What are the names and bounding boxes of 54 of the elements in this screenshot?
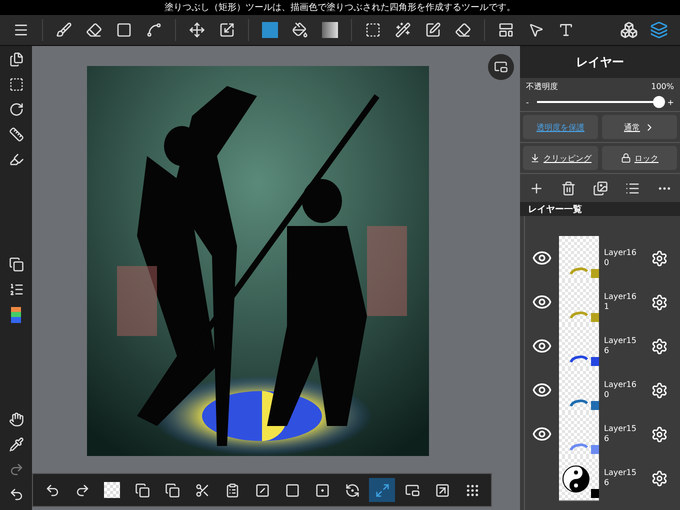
layer-thumbnail[interactable] (559, 236, 599, 280)
selection-list-icon[interactable] (8, 77, 24, 92)
status-message: 塗りつぶし（矩形）ツールは、描画色で塗りつぶされた四角形を作成するツールです。 (0, 0, 680, 15)
layer-thumbnail[interactable] (559, 412, 599, 456)
clipping-button[interactable]: クリッピング (523, 146, 598, 170)
pages-icon[interactable] (8, 52, 24, 67)
arrow-down-icon (530, 153, 540, 163)
slider-thumb[interactable] (653, 96, 666, 108)
settings-icon[interactable] (650, 250, 668, 266)
layer-thumbnail[interactable] (559, 280, 599, 324)
swirl-icon (569, 310, 589, 318)
settings-icon[interactable] (650, 382, 668, 398)
opacity-value: 100% (651, 82, 674, 91)
add-icon[interactable] (528, 180, 544, 196)
layer-name: Layer156 (604, 468, 638, 488)
ruler-icon[interactable] (8, 127, 24, 142)
hand-icon[interactable] (8, 412, 24, 427)
rotate-icon[interactable] (8, 102, 24, 117)
lock-button[interactable]: ロック (602, 146, 677, 170)
window-button[interactable] (488, 54, 514, 80)
swirl-icon (569, 266, 589, 274)
layer-thumbnail[interactable] (559, 324, 599, 368)
settings-icon[interactable] (650, 470, 668, 486)
window-icon (494, 60, 508, 74)
layer-name: Layer156 (604, 336, 638, 356)
layer-name: Layer160 (604, 380, 638, 400)
list-icon[interactable] (8, 282, 24, 296)
swirl-icon (569, 354, 589, 362)
color-squares-icon[interactable] (8, 256, 24, 272)
layer-name: Layer156 (604, 424, 638, 444)
settings-icon[interactable] (650, 426, 668, 442)
undo-icon[interactable] (8, 487, 24, 502)
eyedropper-icon[interactable] (8, 437, 24, 452)
layer-list-title: レイヤー一覧 (520, 202, 680, 216)
panel-title: レイヤー (520, 46, 680, 78)
trash-icon[interactable] (560, 180, 576, 196)
layer-name: Layer160 (604, 248, 638, 268)
plus-label: + (667, 98, 674, 106)
yin-yang-icon (561, 464, 591, 494)
settings-icon[interactable] (650, 294, 668, 310)
layer-thumbnail[interactable] (559, 456, 599, 500)
lock-icon (620, 153, 630, 163)
color-palette-icon[interactable] (11, 306, 21, 322)
layer-thumbnail[interactable] (559, 368, 599, 412)
swirl-icon (569, 442, 589, 450)
minus-label: - (526, 98, 529, 106)
opacity-label: 不透明度 (526, 81, 558, 92)
blend-mode-button[interactable]: 通常 (602, 115, 677, 139)
list-icon[interactable] (624, 180, 640, 196)
swirl-icon (569, 398, 589, 406)
layer-name: Layer161 (604, 292, 638, 312)
images-icon[interactable] (592, 180, 608, 196)
marker-icon[interactable] (8, 152, 24, 167)
settings-icon[interactable] (650, 338, 668, 354)
